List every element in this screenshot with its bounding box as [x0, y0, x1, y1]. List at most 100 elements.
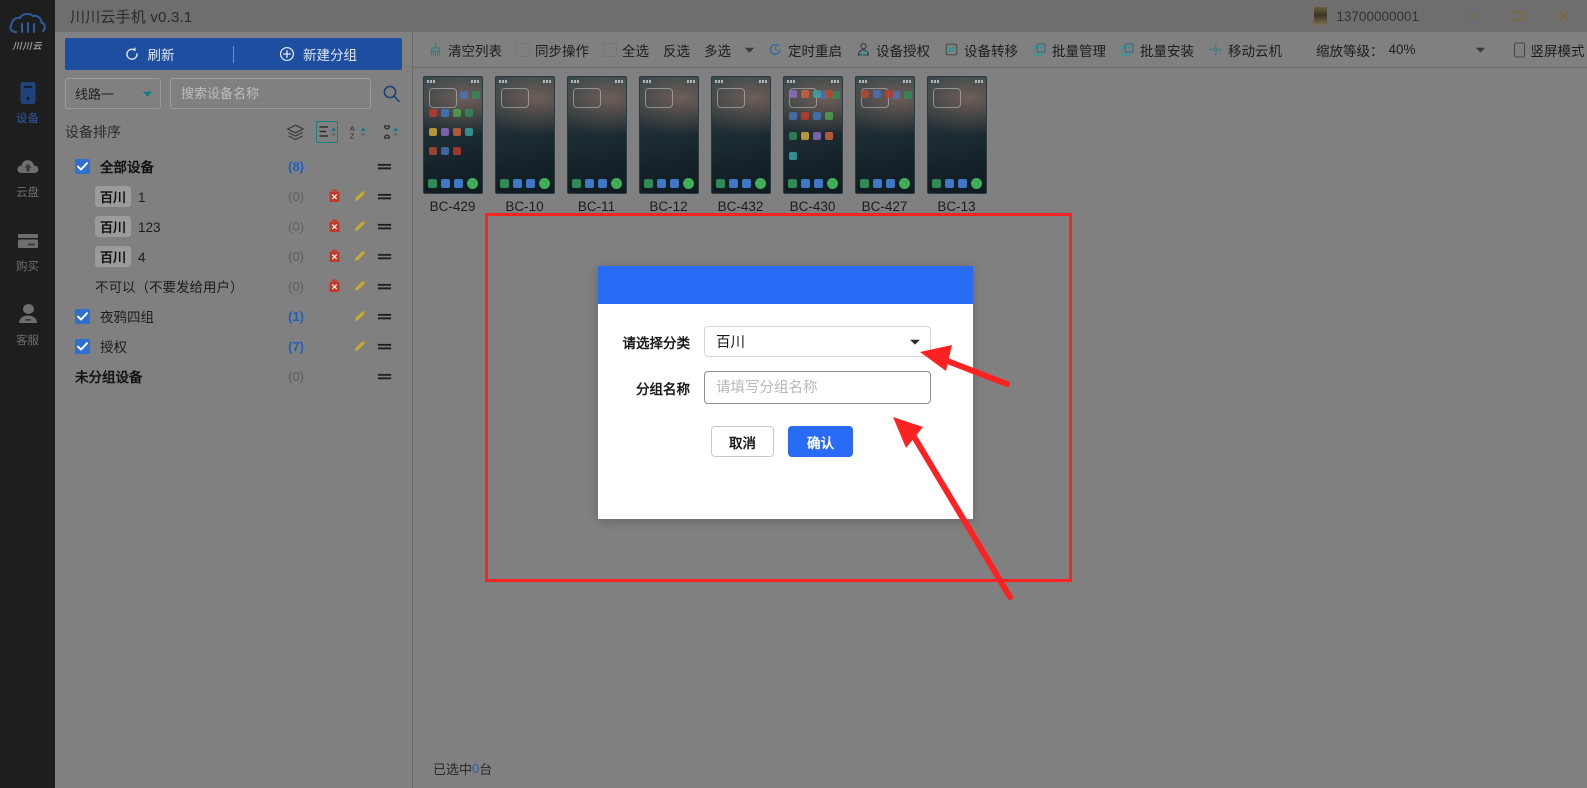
group-row[interactable]: 百川 1 (0)	[55, 181, 412, 211]
device-icon-row	[428, 128, 473, 136]
device-screen-preview[interactable]	[566, 76, 627, 194]
device-screen-preview[interactable]	[638, 76, 699, 194]
batch-install-button[interactable]: 批量安装	[1113, 32, 1201, 68]
select-all-toggle[interactable]: 全选	[596, 32, 656, 68]
group-row[interactable]: 百川 4 (0)	[55, 241, 412, 271]
group-name-input[interactable]	[704, 371, 931, 404]
cancel-button[interactable]: 取消	[711, 426, 774, 457]
device-screen-preview[interactable]	[926, 76, 987, 194]
batch-manage-button[interactable]: 批量管理	[1025, 32, 1113, 68]
device-transfer-icon	[945, 43, 958, 56]
group-actions	[314, 369, 392, 384]
multi-select-button[interactable]: 多选	[697, 32, 738, 68]
group-row[interactable]: 夜鸦四组 (1)	[55, 301, 412, 331]
drag-handle-icon[interactable]	[377, 249, 392, 264]
delete-group-icon[interactable]	[327, 219, 342, 234]
sidebar-item-device[interactable]: 设备	[0, 80, 55, 126]
app-icon	[872, 90, 881, 98]
edit-group-icon[interactable]	[352, 189, 367, 204]
group-checkbox[interactable]	[75, 158, 90, 174]
close-button[interactable]	[1541, 0, 1587, 32]
time-sort-icon[interactable]	[380, 121, 402, 143]
line-select[interactable]: 线路一	[65, 78, 161, 109]
dialog-body: 请选择分类 百川 分组名称 取消 确认	[598, 304, 973, 457]
device-dock	[784, 175, 842, 191]
group-row[interactable]: 授权 (7)	[55, 331, 412, 361]
device-screen-preview[interactable]	[854, 76, 915, 194]
device-card[interactable]: BC-429	[421, 76, 484, 214]
drag-handle-icon[interactable]	[377, 309, 392, 324]
group-checkbox[interactable]	[75, 308, 90, 324]
cloud-logo-icon	[8, 12, 46, 34]
device-authorize-button[interactable]: 设备授权	[849, 32, 937, 68]
group-row[interactable]: 未分组设备 (0)	[55, 361, 412, 391]
device-clock-widget	[500, 88, 529, 108]
sync-operation-checkbox[interactable]	[516, 42, 530, 57]
app-icon	[571, 178, 581, 188]
maximize-button[interactable]	[1495, 0, 1541, 32]
device-dock-right	[813, 177, 838, 189]
search-input-wrapper[interactable]	[170, 78, 371, 109]
category-field-row: 请选择分类 百川	[598, 326, 973, 357]
device-screen-preview[interactable]	[494, 76, 555, 194]
sidebar-item-purchase[interactable]: 购买	[0, 228, 55, 274]
zoom-level-control[interactable]: 缩放等级： 40%	[1309, 32, 1423, 68]
clear-list-button[interactable]: 清空列表	[421, 32, 509, 68]
edit-group-icon[interactable]	[352, 279, 367, 294]
drag-handle-icon[interactable]	[377, 219, 392, 234]
edit-group-icon[interactable]	[352, 339, 367, 354]
sync-operation-toggle[interactable]: 同步操作	[509, 32, 596, 68]
list-sort-icon[interactable]	[316, 121, 338, 143]
drag-handle-icon[interactable]	[377, 159, 392, 174]
device-card[interactable]: BC-432	[709, 76, 772, 214]
new-group-button[interactable]: 新建分组	[234, 44, 402, 64]
device-screen-preview[interactable]	[710, 76, 771, 194]
sidebar-rail: 川川云 设备 云盘 购买 客服	[0, 0, 55, 788]
device-card[interactable]: BC-427	[853, 76, 916, 214]
zoom-level-dropdown-toggle[interactable]	[1469, 46, 1492, 54]
drag-handle-icon[interactable]	[377, 369, 392, 384]
portrait-mode-toggle[interactable]: 竖屏模式	[1506, 32, 1587, 68]
drag-handle-icon[interactable]	[377, 279, 392, 294]
delete-group-icon[interactable]	[327, 279, 342, 294]
dialog-header	[598, 266, 973, 304]
device-transfer-button[interactable]: 设备转移	[937, 32, 1025, 68]
sidebar-item-customer-service[interactable]: 客服	[0, 302, 55, 348]
group-actions	[314, 279, 392, 294]
drag-handle-icon[interactable]	[377, 339, 392, 354]
device-screen-preview[interactable]	[782, 76, 843, 194]
category-select[interactable]: 百川	[704, 326, 931, 357]
app-icon	[898, 177, 910, 189]
layers-icon[interactable]	[284, 121, 306, 143]
account-indicator[interactable]: 13700000001	[1314, 7, 1419, 25]
drag-handle-icon[interactable]	[377, 189, 392, 204]
search-button[interactable]	[380, 84, 402, 103]
invert-select-button[interactable]: 反选	[656, 32, 697, 68]
move-arrows-icon	[1209, 43, 1222, 56]
group-row[interactable]: 全部设备 (8)	[55, 151, 412, 181]
device-card[interactable]: BC-13	[925, 76, 988, 214]
move-cloud-phone-button[interactable]: 移动云机	[1201, 32, 1289, 68]
group-row[interactable]: 百川 123 (0)	[55, 211, 412, 241]
device-card[interactable]: BC-430	[781, 76, 844, 214]
confirm-button[interactable]: 确认	[788, 426, 853, 457]
group-checkbox[interactable]	[75, 338, 90, 354]
timed-restart-button[interactable]: 定时重启	[761, 32, 849, 68]
group-row[interactable]: 不可以（不要发给用户） (0)	[55, 271, 412, 301]
refresh-button[interactable]: 刷新	[65, 44, 233, 64]
select-all-checkbox[interactable]	[603, 42, 617, 57]
device-card[interactable]: BC-10	[493, 76, 556, 214]
delete-group-icon[interactable]	[327, 189, 342, 204]
alpha-sort-icon[interactable]: A Z	[348, 121, 370, 143]
edit-group-icon[interactable]	[352, 309, 367, 324]
device-screen-preview[interactable]	[422, 76, 483, 194]
multi-select-dropdown-toggle[interactable]	[738, 46, 761, 54]
edit-group-icon[interactable]	[352, 249, 367, 264]
delete-group-icon[interactable]	[327, 249, 342, 264]
edit-group-icon[interactable]	[352, 219, 367, 234]
minimize-button[interactable]	[1449, 0, 1495, 32]
device-card[interactable]: BC-11	[565, 76, 628, 214]
search-input[interactable]	[181, 86, 360, 101]
sidebar-item-cloud-disk[interactable]: 云盘	[0, 154, 55, 200]
device-card[interactable]: BC-12	[637, 76, 700, 214]
